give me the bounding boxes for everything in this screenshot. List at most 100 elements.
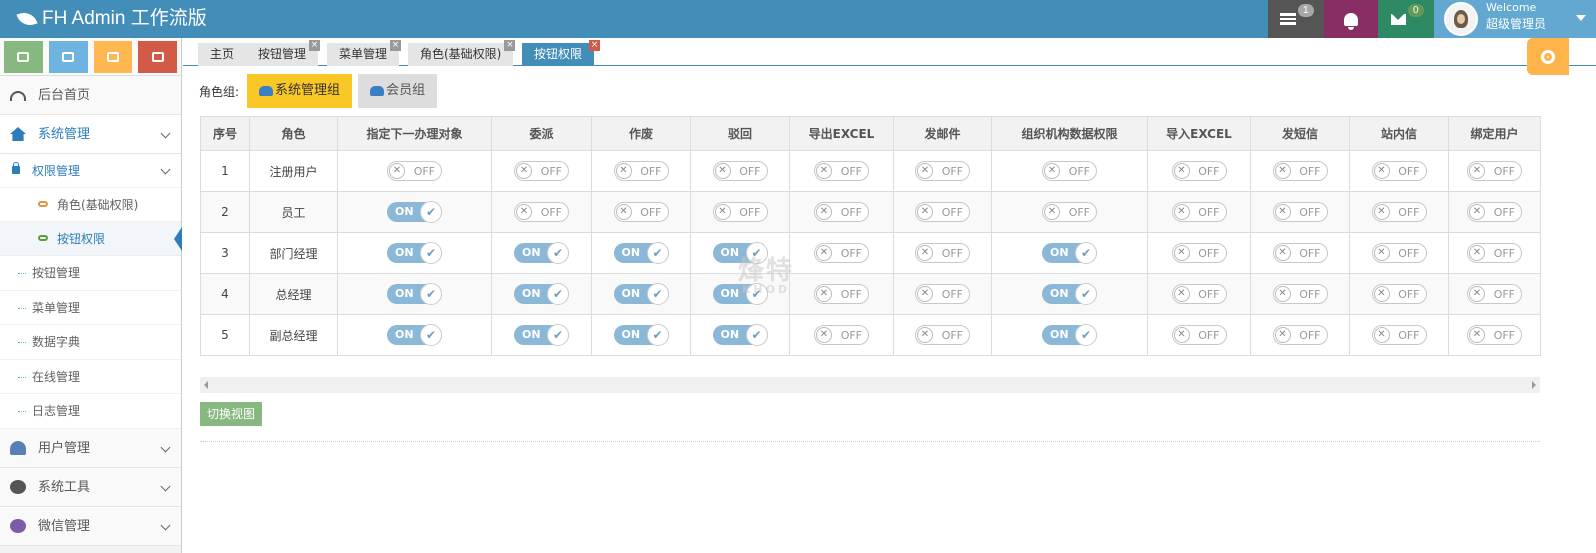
permission-toggle[interactable]: OFF ✕	[1272, 161, 1328, 181]
permission-toggle[interactable]: OFF ✕	[814, 243, 869, 263]
cogs-shortcut-button[interactable]	[138, 41, 177, 73]
user-menu[interactable]: Welcome 超级管理员	[1434, 0, 1596, 38]
permission-toggle[interactable]: OFF ✕	[1272, 284, 1328, 304]
permission-toggle[interactable]: OFF ✕	[1171, 202, 1227, 222]
tasks-button[interactable]: 1	[1268, 0, 1324, 38]
scroll-left-icon[interactable]	[204, 381, 208, 389]
sidebar-item-dictionary[interactable]: 数据字典	[0, 325, 181, 360]
permission-toggle[interactable]: OFF ✕	[1272, 243, 1328, 263]
permission-toggle[interactable]: ON ✔	[1042, 324, 1097, 346]
permission-toggle[interactable]: OFF ✕	[915, 202, 970, 222]
sidebar-item-button-manage[interactable]: 按钮管理	[0, 256, 181, 291]
permission-toggle[interactable]: ON ✔	[613, 324, 669, 346]
permission-toggle[interactable]: OFF ✕	[814, 284, 869, 304]
permission-toggle[interactable]: OFF ✕	[1371, 202, 1427, 222]
sidebar-item-users[interactable]: 用户管理	[0, 428, 181, 468]
permission-toggle[interactable]: OFF ✕	[514, 202, 569, 222]
signal-shortcut-button[interactable]	[48, 41, 88, 73]
permission-toggle[interactable]: ON ✔	[1042, 242, 1097, 264]
permission-cell: OFF ✕	[1448, 150, 1541, 192]
tab-button-manage[interactable]: 按钮管理 ×	[246, 40, 321, 66]
close-icon[interactable]: ×	[309, 40, 321, 51]
permission-toggle[interactable]: OFF ✕	[1467, 161, 1522, 181]
permission-toggle[interactable]: OFF ✕	[1467, 325, 1522, 345]
permission-toggle[interactable]: OFF ✕	[1371, 284, 1427, 304]
sidebar-item-role-permissions[interactable]: 角色(基础权限)	[0, 188, 181, 222]
permission-toggle[interactable]: OFF ✕	[915, 325, 970, 345]
permission-toggle[interactable]: OFF ✕	[915, 161, 970, 181]
permission-toggle[interactable]: OFF ✕	[1042, 202, 1097, 222]
close-icon[interactable]: ×	[390, 40, 402, 51]
permission-toggle[interactable]: OFF ✕	[1042, 161, 1097, 181]
tab-role-permissions[interactable]: 角色(基础权限) ×	[408, 40, 516, 66]
close-icon[interactable]: ×	[589, 40, 601, 51]
permission-cell: OFF ✕	[1147, 314, 1251, 356]
permission-toggle[interactable]: OFF ✕	[1171, 284, 1227, 304]
toggle-view-button[interactable]: 切换视图	[200, 402, 263, 426]
permission-toggle[interactable]: OFF ✕	[712, 202, 768, 222]
notifications-button[interactable]	[1324, 0, 1378, 38]
permission-toggle[interactable]: OFF ✕	[915, 284, 970, 304]
check-icon: ✔	[547, 283, 569, 305]
role-group-system-button[interactable]: 系统管理组	[247, 74, 353, 108]
brand[interactable]: FH Admin 工作流版	[16, 0, 207, 38]
permission-toggle[interactable]: OFF ✕	[613, 202, 669, 222]
sidebar-item-logs[interactable]: 日志管理	[0, 394, 181, 429]
permission-toggle[interactable]: OFF ✕	[613, 161, 669, 181]
check-icon: ✔	[646, 242, 669, 264]
x-icon: ✕	[816, 204, 832, 220]
permission-toggle[interactable]: ON ✔	[387, 201, 442, 223]
x-icon: ✕	[1469, 204, 1485, 220]
permission-toggle[interactable]: OFF ✕	[1467, 284, 1522, 304]
sidebar-item-wechat[interactable]: 微信管理	[0, 506, 181, 546]
permission-toggle[interactable]: OFF ✕	[1171, 325, 1227, 345]
sidebar-item-permissions[interactable]: 权限管理	[0, 154, 181, 188]
close-icon[interactable]: ×	[504, 40, 516, 51]
tab-menu-manage[interactable]: 菜单管理 ×	[327, 40, 402, 66]
permission-toggle[interactable]: OFF ✕	[814, 161, 869, 181]
key-icon	[38, 235, 48, 241]
permission-toggle[interactable]: ON ✔	[387, 242, 442, 264]
sidebar-item-tools[interactable]: 系统工具	[0, 467, 181, 507]
permission-toggle[interactable]: OFF ✕	[1467, 202, 1522, 222]
scroll-right-icon[interactable]	[1532, 381, 1536, 389]
toggle-label: ON	[395, 328, 414, 341]
permission-toggle[interactable]: OFF ✕	[915, 243, 970, 263]
permission-toggle[interactable]: OFF ✕	[814, 202, 869, 222]
permission-toggle[interactable]: OFF ✕	[1272, 325, 1328, 345]
permission-toggle[interactable]: OFF ✕	[814, 325, 869, 345]
permission-toggle[interactable]: ON ✔	[613, 283, 669, 305]
permission-toggle[interactable]: ON ✔	[514, 324, 569, 346]
check-icon: ✔	[547, 324, 569, 346]
permission-toggle[interactable]: OFF ✕	[1171, 243, 1227, 263]
sidebar-item-online[interactable]: 在线管理	[0, 360, 181, 394]
x-icon: ✕	[714, 204, 731, 220]
sidebar-item-system[interactable]: 系统管理	[0, 115, 181, 154]
sidebar-item-menu-manage[interactable]: 菜单管理	[0, 291, 181, 325]
permission-toggle[interactable]: ON ✔	[387, 324, 442, 346]
permission-toggle[interactable]: OFF ✕	[1371, 161, 1427, 181]
permission-toggle[interactable]: ON ✔	[514, 283, 569, 305]
permission-toggle[interactable]: ON ✔	[613, 242, 669, 264]
pencil-shortcut-button[interactable]	[4, 41, 43, 73]
messages-button[interactable]: 0	[1378, 0, 1434, 38]
role-group-member-button[interactable]: 会员组	[358, 74, 438, 108]
sidebar-item-button-permissions[interactable]: 按钮权限	[0, 222, 182, 256]
permission-toggle[interactable]: OFF ✕	[1171, 161, 1227, 181]
horizontal-scrollbar[interactable]	[200, 377, 1540, 393]
sidebar-item-dashboard[interactable]: 后台首页	[0, 76, 181, 115]
permission-toggle[interactable]: OFF ✕	[1467, 243, 1522, 263]
permission-toggle[interactable]: OFF ✕	[514, 161, 569, 181]
permission-toggle[interactable]: OFF ✕	[1272, 202, 1328, 222]
permission-toggle[interactable]: OFF ✕	[712, 161, 768, 181]
permission-toggle[interactable]: ON ✔	[1042, 283, 1097, 305]
permission-toggle[interactable]: OFF ✕	[387, 161, 442, 181]
permission-toggle[interactable]: ON ✔	[712, 324, 768, 346]
tab-home[interactable]: 主页	[198, 43, 247, 66]
book-shortcut-button[interactable]	[93, 41, 133, 73]
permission-toggle[interactable]: OFF ✕	[1371, 325, 1427, 345]
tab-button-permissions[interactable]: 按钮权限 ×	[522, 40, 601, 66]
permission-toggle[interactable]: OFF ✕	[1371, 243, 1427, 263]
permission-toggle[interactable]: ON ✔	[387, 283, 442, 305]
permission-toggle[interactable]: ON ✔	[514, 242, 569, 264]
